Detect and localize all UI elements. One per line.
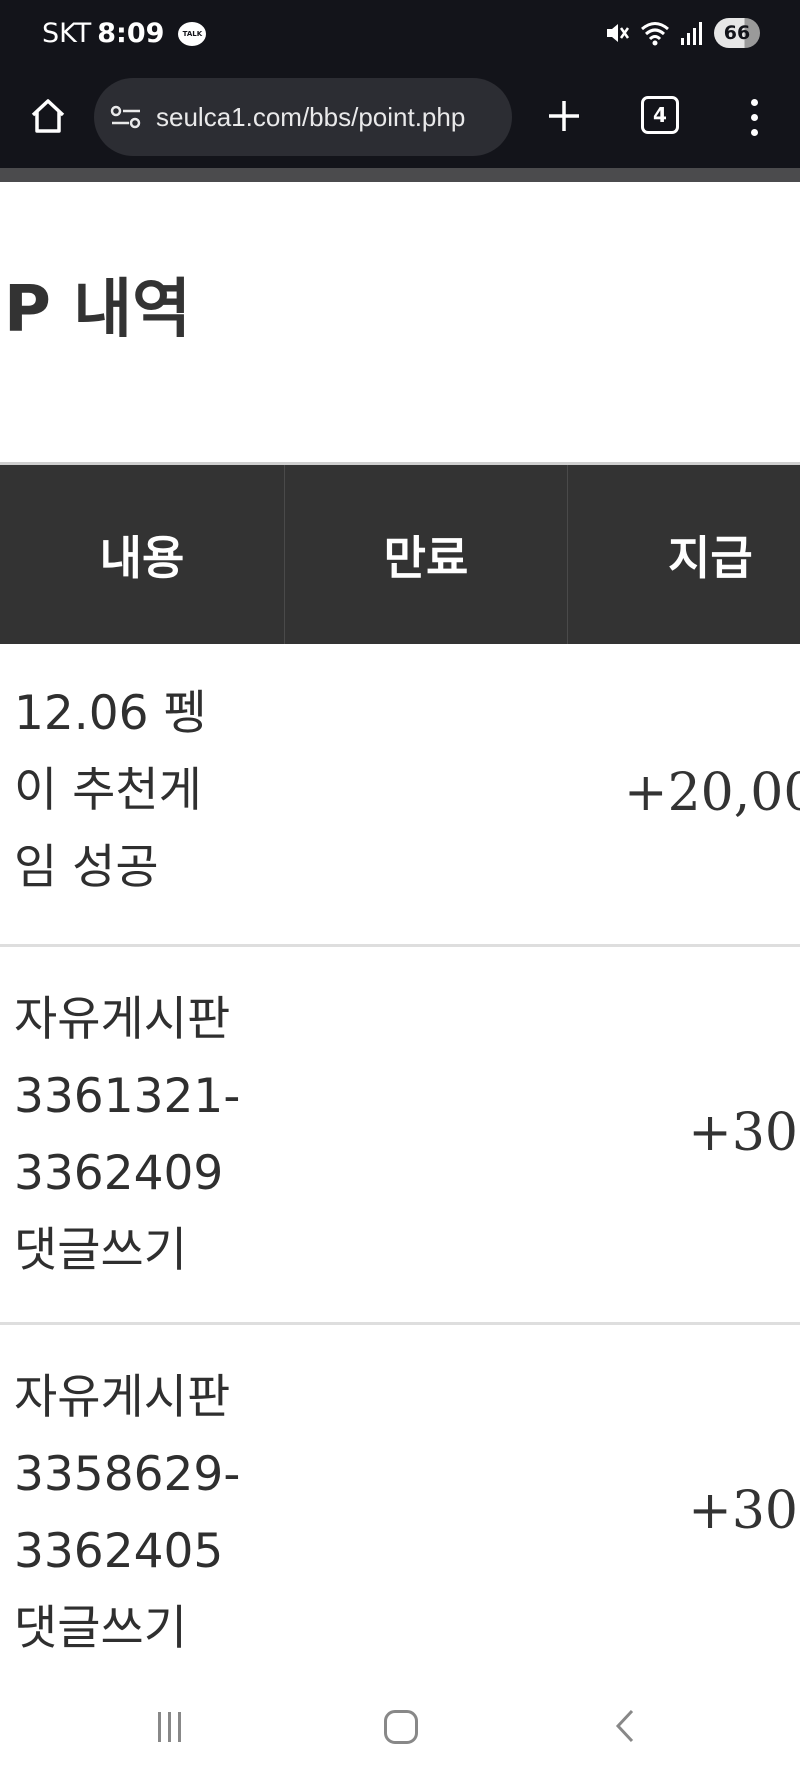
row-description-line: 3362405 [14, 1524, 224, 1579]
status-bar: SKT 8:09 TALK 66 [0, 0, 800, 70]
home-icon [31, 99, 65, 133]
row-description: 12.06 펭 이 추천게 임 성공 [14, 675, 254, 906]
row-description-line: 3362409 [14, 1146, 224, 1201]
row-description-line: 3361321- [14, 1069, 241, 1124]
status-right: 66 [604, 18, 760, 48]
row-description-line: 임 성공 [14, 840, 159, 895]
row-description-line: 3358629- [14, 1447, 241, 1502]
row-description: 자유게시판 3361321- 3362409 댓글쓰기 [14, 981, 254, 1289]
site-settings-icon[interactable] [110, 103, 142, 131]
row-description-line: 12.06 펭 [14, 686, 207, 741]
header-expire: 만료 [285, 465, 568, 644]
carrier-label: SKT [42, 18, 92, 49]
url-text[interactable]: seulca1.com/bbs/point.php [156, 102, 465, 133]
table-header: 내용 만료 지급 [0, 462, 800, 644]
battery-icon: 66 [714, 18, 760, 48]
status-left: SKT 8:09 TALK [42, 18, 207, 49]
system-nav-bar [0, 1680, 800, 1778]
home-button[interactable] [26, 94, 70, 138]
row-amount: +30 [688, 1481, 798, 1541]
new-tab-button[interactable] [540, 92, 588, 140]
row-amount: +30 [688, 1103, 798, 1163]
row-description-line: 자유게시판 [14, 1370, 231, 1425]
page-title: P 내역 [4, 273, 191, 347]
browser-toolbar: seulca1.com/bbs/point.php 4 [0, 70, 800, 168]
url-bar[interactable]: seulca1.com/bbs/point.php [94, 78, 512, 156]
row-description: 자유게시판 3358629- 3362405 댓글쓰기 [14, 1359, 254, 1667]
tab-switcher-button[interactable]: 4 [641, 96, 679, 134]
signal-icon [680, 20, 704, 46]
table-row: 자유게시판 3358629- 3362405 댓글쓰기 +30 [0, 1325, 800, 1703]
page-top-strip [0, 168, 800, 182]
table-row: 12.06 펭 이 추천게 임 성공 +20,000 [0, 645, 800, 947]
recents-button[interactable] [158, 1712, 181, 1742]
table-row: 자유게시판 3361321- 3362409 댓글쓰기 +30 [0, 947, 800, 1325]
more-vert-icon[interactable] [740, 92, 768, 142]
plus-icon [549, 101, 579, 131]
row-amount: +20,000 [624, 763, 800, 823]
chevron-left-icon [615, 1709, 634, 1743]
nav-home-button[interactable] [384, 1710, 418, 1744]
back-button[interactable] [610, 1708, 640, 1748]
mute-icon [604, 19, 630, 47]
wifi-icon [640, 20, 670, 46]
row-description-line: 댓글쓰기 [14, 1601, 187, 1656]
row-description-line: 이 추천게 [14, 763, 202, 818]
row-description-line: 댓글쓰기 [14, 1223, 187, 1278]
header-content: 내용 [0, 465, 285, 644]
header-grant: 지급 [668, 530, 753, 585]
time-label: 8:09 [97, 18, 165, 49]
row-amount-clip: +20,000 [600, 645, 800, 944]
kakaotalk-icon: TALK [178, 21, 207, 46]
row-description-line: 자유게시판 [14, 992, 231, 1047]
